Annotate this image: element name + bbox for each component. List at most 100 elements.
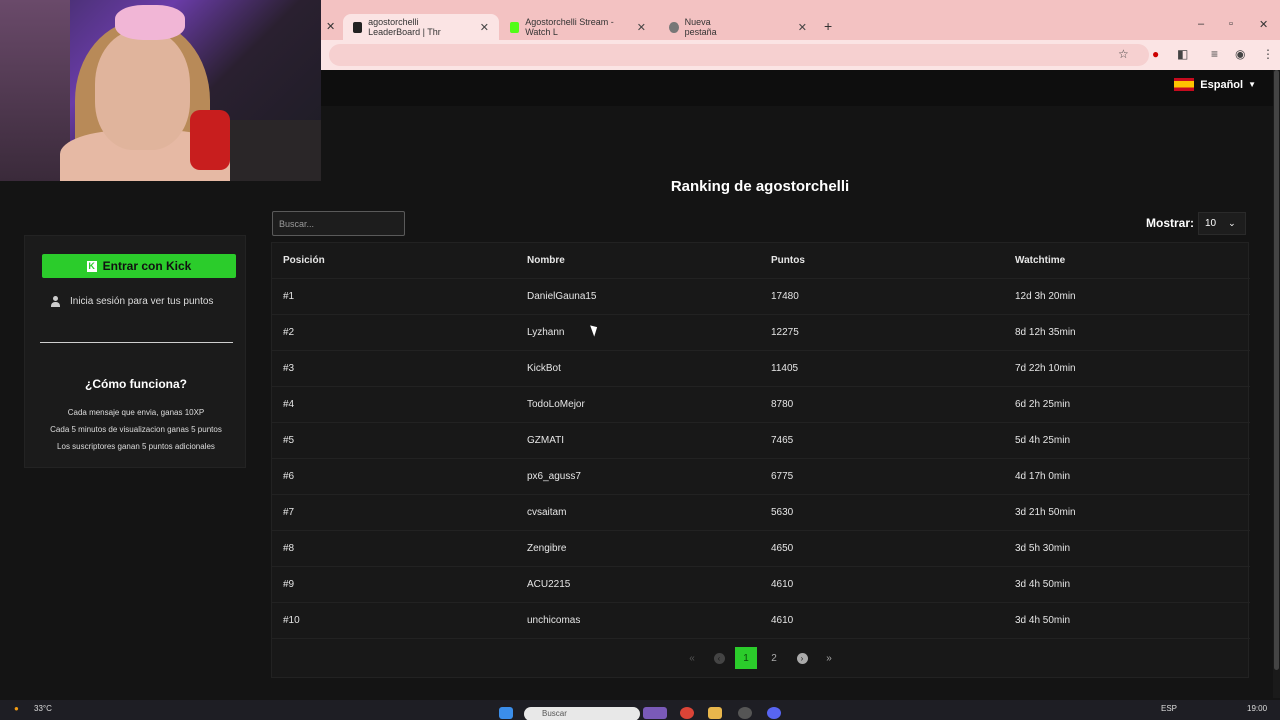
table-header-row: Posición Nombre Puntos Watchtime [272, 243, 1250, 279]
cell-position: #10 [283, 615, 300, 626]
cell-name: TodoLoMejor [527, 399, 585, 410]
restore-icon[interactable]: ▫ [1229, 18, 1233, 30]
table-row: #2 Lyzhann 12275 8d 12h 35min [272, 315, 1250, 351]
table-row: #1 DanielGauna15 17480 12d 3h 20min [272, 279, 1250, 315]
cell-position: #6 [283, 471, 295, 482]
table-row: #4 TodoLoMejor 8780 6d 2h 25min [272, 387, 1250, 423]
leaderboard-table: Posición Nombre Puntos Watchtime #1 Danie… [271, 242, 1250, 678]
weather-icon[interactable]: ● [14, 704, 19, 713]
browser-tab-new[interactable]: Nueva pestaña ✕ [659, 14, 817, 40]
table-row: #3 KickBot 11405 7d 22h 10min [272, 351, 1250, 387]
cell-points: 8780 [771, 399, 794, 410]
url-field[interactable] [329, 44, 1149, 66]
cell-watchtime: 12d 3h 20min [1015, 291, 1076, 302]
cell-name: Zengibre [527, 543, 567, 554]
spain-flag-icon [1174, 78, 1195, 91]
table-row: #5 GZMATI 7465 5d 4h 25min [272, 423, 1250, 459]
table-row: #9 ACU2215 4610 3d 4h 50min [272, 567, 1250, 603]
cell-position: #9 [283, 579, 295, 590]
sidebar-card: K Entrar con Kick Inicia sesión para ver… [24, 235, 246, 468]
cell-points: 17480 [771, 291, 799, 302]
cell-name: cvsaitam [527, 507, 567, 518]
webcam-headband-bow [115, 5, 185, 40]
windows-start-icon[interactable] [499, 707, 513, 719]
obs-icon[interactable] [738, 707, 752, 719]
login-hint-text: Inicia sesión para ver tus puntos [70, 296, 214, 307]
cell-points: 4610 [771, 579, 794, 590]
how-it-works-line: Cada mensaje que envia, ganas 10XP [67, 408, 205, 417]
chrome-favicon-icon [669, 21, 679, 33]
taskbar-app-icon[interactable] [643, 707, 667, 719]
file-explorer-icon[interactable] [708, 707, 722, 719]
tab-label: Agostorchelli Stream - Watch L [525, 17, 614, 37]
header-watchtime[interactable]: Watchtime [1015, 255, 1065, 266]
header-position[interactable]: Posición [283, 255, 325, 266]
cell-watchtime: 7d 22h 10min [1015, 363, 1076, 374]
cell-points: 5630 [771, 507, 794, 518]
page-title: Ranking de agostorchelli [670, 178, 850, 195]
input-language[interactable]: ESP [1161, 704, 1177, 713]
opera-extension-icon[interactable]: ● [1152, 47, 1159, 61]
user-icon [51, 296, 60, 307]
browser-tab-leaderboard[interactable]: agostorchelli LeaderBoard | Thr ✕ [343, 14, 499, 40]
chevron-right-icon: › [796, 652, 808, 664]
webcam-shelf [225, 120, 321, 181]
close-icon[interactable]: ✕ [326, 20, 335, 33]
close-tab-icon[interactable]: ✕ [637, 21, 646, 34]
cell-name: DanielGauna15 [527, 291, 597, 302]
webcam-streamer-face [95, 30, 190, 150]
cell-watchtime: 3d 5h 30min [1015, 543, 1071, 554]
page-size-select[interactable]: 10 ⌄ [1198, 212, 1246, 235]
address-bar [321, 40, 1280, 70]
first-page-button[interactable]: « [681, 647, 703, 669]
page-2-button[interactable]: 2 [763, 647, 785, 669]
clock-time[interactable]: 19:00 [1247, 704, 1267, 713]
menu-kebab-icon[interactable]: ⋮ [1262, 47, 1274, 61]
cell-points: 11405 [771, 363, 799, 374]
cell-name: px6_aguss7 [527, 471, 581, 482]
cell-watchtime: 3d 4h 50min [1015, 579, 1071, 590]
chrome-icon[interactable] [680, 707, 694, 719]
table-row: #7 cvsaitam 5630 3d 21h 50min [272, 495, 1250, 531]
cell-watchtime: 3d 4h 50min [1015, 615, 1071, 626]
cell-position: #8 [283, 543, 295, 554]
scrollbar-thumb[interactable] [1274, 70, 1279, 670]
header-name[interactable]: Nombre [527, 255, 565, 266]
cell-position: #2 [283, 327, 295, 338]
language-selector[interactable]: Español ▼ [1174, 78, 1256, 91]
discord-icon[interactable] [767, 707, 781, 719]
new-tab-plus-icon[interactable]: + [824, 18, 832, 34]
profile-avatar-icon[interactable]: ◉ [1235, 47, 1245, 61]
last-page-button[interactable]: » [818, 647, 840, 669]
minimize-icon[interactable]: – [1198, 18, 1204, 30]
window-close-icon[interactable]: ✕ [1259, 18, 1268, 31]
media-controls-icon[interactable]: ≡ [1211, 47, 1218, 61]
page-scrollbar[interactable] [1273, 70, 1280, 698]
cell-watchtime: 6d 2h 25min [1015, 399, 1071, 410]
bookmark-star-icon[interactable]: ☆ [1118, 47, 1129, 61]
tab-label: Nueva pestaña [684, 17, 717, 37]
browser-tab-stream[interactable]: Agostorchelli Stream - Watch L ✕ [500, 14, 656, 40]
chevron-left-icon: ‹ [713, 652, 725, 664]
kick-favicon-icon [510, 21, 520, 33]
taskbar-search[interactable]: Buscar [524, 707, 640, 720]
close-tab-icon[interactable]: ✕ [798, 21, 807, 34]
page-1-button[interactable]: 1 [735, 647, 757, 669]
table-row: #6 px6_aguss7 6775 4d 17h 0min [272, 459, 1250, 495]
search-input[interactable] [272, 211, 405, 236]
header-points[interactable]: Puntos [771, 255, 805, 266]
table-row: #10 unchicomas 4610 3d 4h 50min [272, 603, 1250, 639]
leaderboard-favicon-icon [353, 21, 363, 33]
kick-login-button[interactable]: K Entrar con Kick [42, 254, 236, 278]
cell-watchtime: 8d 12h 35min [1015, 327, 1076, 338]
prev-page-button[interactable]: ‹ [708, 647, 730, 669]
cell-name: unchicomas [527, 615, 581, 626]
close-tab-icon[interactable]: ✕ [480, 21, 489, 34]
cell-position: #1 [283, 291, 295, 302]
extensions-puzzle-icon[interactable]: ◧ [1177, 47, 1188, 61]
next-page-button[interactable]: › [791, 647, 813, 669]
cell-name: GZMATI [527, 435, 565, 446]
webcam-overlay [0, 0, 321, 181]
cell-position: #5 [283, 435, 295, 446]
pagination: « ‹ 1 2 › » [272, 647, 1250, 669]
